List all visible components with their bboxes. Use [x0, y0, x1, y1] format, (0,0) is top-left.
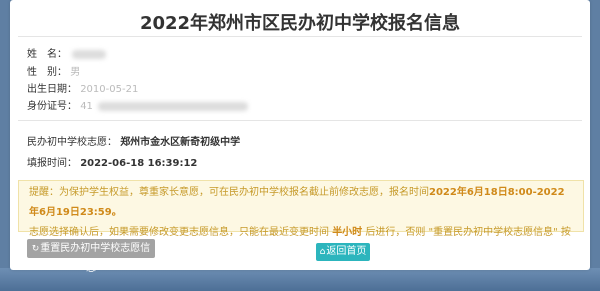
title-divider: [18, 36, 582, 37]
back-home-label: 返回首页: [326, 246, 367, 257]
id-row: 身份证号： 41: [27, 97, 249, 112]
name-label: 姓 名：: [27, 49, 67, 60]
back-home-button[interactable]: ⌂返回首页: [316, 243, 370, 261]
id-value-prefix: 41: [80, 101, 93, 112]
notice-box: 提醒：为保护学生权益，尊重家长意愿，可在民办初中学校报名截止前修改志愿，报名时间…: [18, 180, 584, 258]
fill-time-value: 2022-06-18 16:39:12: [80, 158, 198, 169]
section-divider: [18, 120, 582, 121]
gender-value: 男: [70, 67, 81, 78]
school-choice-row: 民办初中学校志愿： 郑州市金水区新奇初级中学: [27, 133, 240, 148]
id-value-redacted: [98, 101, 249, 111]
school-choice-label: 民办初中学校志愿：: [27, 137, 117, 148]
birth-row: 出生日期： 2010-05-21: [27, 80, 138, 95]
gender-label: 性 别：: [27, 67, 67, 78]
school-choice-value: 郑州市金水区新奇初级中学: [120, 137, 241, 148]
birth-value: 2010-05-21: [80, 84, 139, 95]
refresh-icon: ↻: [31, 244, 40, 254]
name-value-redacted: [72, 49, 107, 59]
reset-choice-button[interactable]: ↻重置民办初中学校志愿信息: [27, 239, 155, 274]
page-title: 2022年郑州市区民办初中学校报名信息: [139, 13, 461, 34]
name-row: 姓 名：: [27, 45, 107, 60]
home-icon: ⌂: [319, 247, 326, 257]
id-label: 身份证号：: [27, 101, 77, 112]
notice-text-1: 提醒：为保护学生权益，尊重家长意愿，可在民办初中学校报名截止前修改志愿，报名时间: [29, 187, 429, 198]
fill-time-label: 填报时间：: [27, 158, 77, 169]
gender-row: 性 别： 男: [27, 63, 80, 78]
notice-half-hour: 半小时: [332, 227, 363, 238]
birth-label: 出生日期：: [27, 84, 77, 95]
info-card: 2022年郑州市区民办初中学校报名信息 姓 名： 性 别： 男 出生日期： 20…: [10, 0, 590, 274]
notice-text-2: 志愿选择确认后，如果需要修改变更志愿信息，只能在最近变更时间: [29, 227, 329, 238]
fill-time-row: 填报时间： 2022-06-18 16:39:12: [27, 154, 197, 169]
